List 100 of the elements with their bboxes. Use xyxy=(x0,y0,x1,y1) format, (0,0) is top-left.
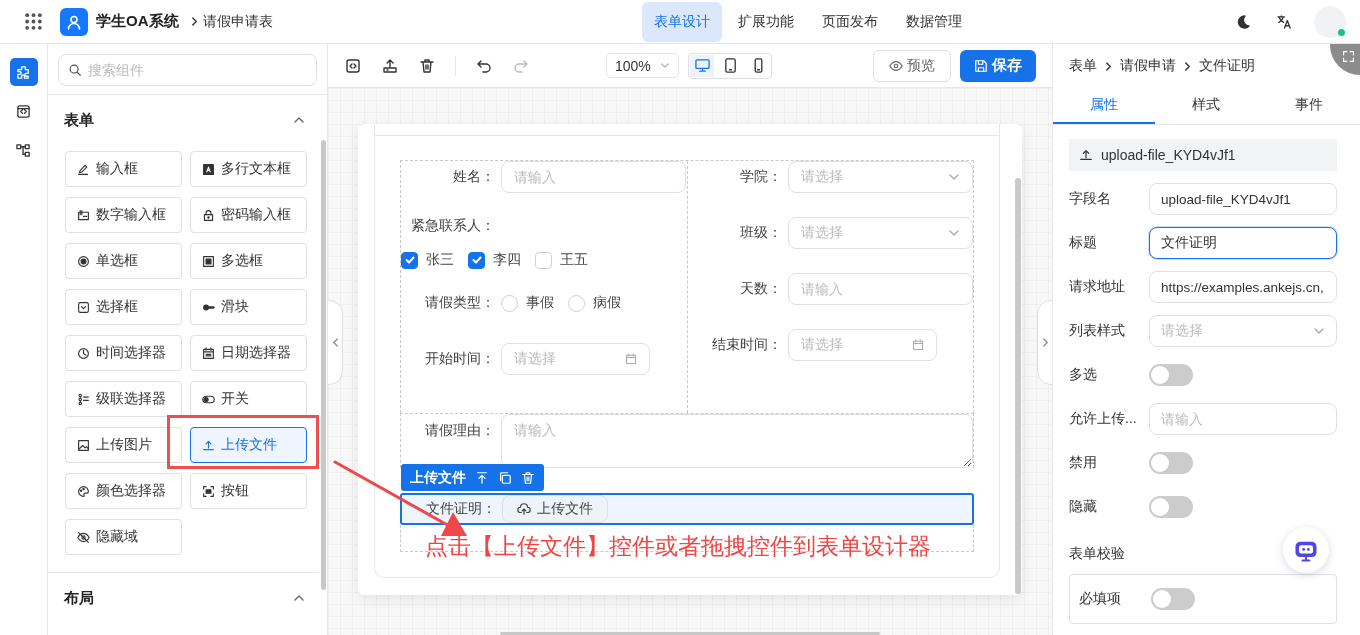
calendar-icon xyxy=(202,346,215,360)
field-label: 请假理由： xyxy=(424,421,496,440)
eye-icon xyxy=(889,58,903,73)
text-area[interactable]: 请输入 xyxy=(501,414,973,468)
component-button[interactable]: 密码输入框 xyxy=(190,197,307,233)
component-button[interactable]: 颜色选择器 xyxy=(65,473,182,509)
component-button[interactable]: 时间选择器 xyxy=(65,335,182,371)
dropdown-icon xyxy=(77,300,90,314)
radio-button[interactable] xyxy=(501,294,518,312)
toggle-switch[interactable] xyxy=(1149,496,1193,518)
lock-icon xyxy=(202,208,215,222)
text-input[interactable]: 请输入 xyxy=(501,161,686,193)
move-top-icon[interactable] xyxy=(475,470,489,485)
monitor-icon xyxy=(694,58,710,73)
apps-grid-icon[interactable] xyxy=(24,12,43,31)
text-input[interactable]: https://examples.ankejs.cn, xyxy=(1149,271,1337,303)
collapse-icon[interactable] xyxy=(293,116,305,124)
checkbox[interactable] xyxy=(468,251,485,269)
text-input[interactable]: upload-file_KYD4vJf1 xyxy=(1149,183,1337,215)
checkbox-option[interactable]: 张三 xyxy=(401,251,454,269)
checkbox[interactable] xyxy=(401,251,418,269)
moon-icon[interactable] xyxy=(1235,13,1251,30)
upload-icon xyxy=(1079,148,1093,162)
collapse-handle[interactable] xyxy=(328,300,343,385)
component-button[interactable]: 滑块 xyxy=(190,289,307,325)
field-label: 禁用 xyxy=(1069,454,1098,472)
component-button[interactable]: 数字输入框 xyxy=(65,197,182,233)
translate-icon[interactable] xyxy=(1277,14,1292,29)
delete-icon[interactable] xyxy=(419,57,435,74)
radio-option[interactable]: 事假 xyxy=(501,294,554,312)
component-header: upload-file_KYD4vJf1 xyxy=(1069,139,1337,171)
upload-icon[interactable] xyxy=(382,57,398,74)
component-button[interactable]: 选择框 xyxy=(65,289,182,325)
selection-label: 上传文件 xyxy=(410,468,466,487)
expand-handle[interactable] xyxy=(1037,300,1052,385)
field-label: 隐藏 xyxy=(1069,498,1098,516)
toggle-switch[interactable] xyxy=(1149,452,1193,474)
component-button[interactable]: 上传文件 xyxy=(190,427,307,463)
breadcrumb-item[interactable]: 文件证明 xyxy=(1199,57,1255,75)
code-icon xyxy=(16,103,31,119)
chevron-right-icon xyxy=(1041,337,1049,348)
assistant-button[interactable] xyxy=(1283,527,1329,573)
nav-tab[interactable]: 扩展功能 xyxy=(725,1,806,42)
checkbox-option[interactable]: 李四 xyxy=(468,251,521,269)
breadcrumb-item[interactable]: 请假申请 xyxy=(1120,57,1176,75)
component-button[interactable]: 输入框 xyxy=(65,151,182,187)
device-button[interactable] xyxy=(690,54,714,77)
group-title: 布局 xyxy=(64,588,94,608)
toggle-switch[interactable] xyxy=(1151,588,1195,610)
zoom-select[interactable]: 100% xyxy=(606,53,679,78)
component-button[interactable]: 日期选择器 xyxy=(190,335,307,371)
chevron-right-icon xyxy=(1184,60,1191,72)
radio-option[interactable]: 病假 xyxy=(568,294,621,312)
nav-tab[interactable]: 表单设计 xyxy=(641,1,722,42)
component-button[interactable]: 单选框 xyxy=(65,243,182,279)
panel-tab[interactable]: 事件 xyxy=(1257,88,1360,124)
component-button[interactable]: 多选框 xyxy=(190,243,307,279)
page-title: 请假申请表 xyxy=(202,12,273,31)
text-box-icon xyxy=(202,162,215,176)
chevron-left-icon xyxy=(331,337,339,348)
radio-button[interactable] xyxy=(568,294,585,312)
field-label: 姓名： xyxy=(452,168,496,186)
clock-icon xyxy=(77,346,90,360)
code-icon[interactable] xyxy=(345,57,361,74)
tree-icon xyxy=(16,142,31,158)
eye-off-icon xyxy=(77,530,90,544)
field-label: 请求地址 xyxy=(1069,278,1126,296)
field-label: 列表样式 xyxy=(1069,322,1126,340)
component-button[interactable]: 开关 xyxy=(190,381,307,417)
group-title: 表单 xyxy=(64,110,94,130)
component-button[interactable]: 隐藏域 xyxy=(65,519,182,555)
search-field[interactable]: 搜索组件 xyxy=(58,54,317,86)
chevron-right-icon xyxy=(1105,60,1112,72)
app-name: 学生OA系统 xyxy=(96,12,179,31)
chevron-down-icon xyxy=(660,62,670,69)
field-label: 必填项 xyxy=(1079,590,1121,608)
component-button[interactable]: 上传图片 xyxy=(65,427,182,463)
fullscreen-button[interactable] xyxy=(1330,44,1360,75)
text-input[interactable]: 文件证明 xyxy=(1149,227,1337,259)
copy-icon[interactable] xyxy=(498,470,512,485)
component-button[interactable]: 级联选择器 xyxy=(65,381,182,417)
preview-button[interactable]: 预览 xyxy=(873,49,951,82)
panel-tab[interactable]: 样式 xyxy=(1155,88,1258,124)
text-input[interactable]: 请输入 xyxy=(1149,403,1337,435)
component-button[interactable]: 多行文本框 xyxy=(190,151,307,187)
panel-tab[interactable]: 属性 xyxy=(1053,88,1156,124)
annotation-text: 点击【上传文件】控件或者拖拽控件到表单设计器 xyxy=(425,532,931,561)
checkbox-option[interactable]: 王五 xyxy=(535,251,588,269)
toggle-switch[interactable] xyxy=(1149,364,1193,386)
breadcrumb-item[interactable]: 表单 xyxy=(1069,57,1097,75)
field-label: 多选 xyxy=(1069,366,1098,384)
save-button[interactable]: 保存 xyxy=(960,49,1036,82)
text-input[interactable]: 请输入 xyxy=(788,273,973,305)
collapse-icon[interactable] xyxy=(293,594,305,602)
nav-tab[interactable]: 数据管理 xyxy=(893,1,974,42)
list-tree-icon xyxy=(77,392,90,406)
upload-button[interactable]: 上传文件 xyxy=(502,495,608,523)
chevron-right-icon xyxy=(190,16,198,27)
component-button[interactable]: 按钮 xyxy=(190,473,307,509)
nav-tab[interactable]: 页面发布 xyxy=(809,1,890,42)
